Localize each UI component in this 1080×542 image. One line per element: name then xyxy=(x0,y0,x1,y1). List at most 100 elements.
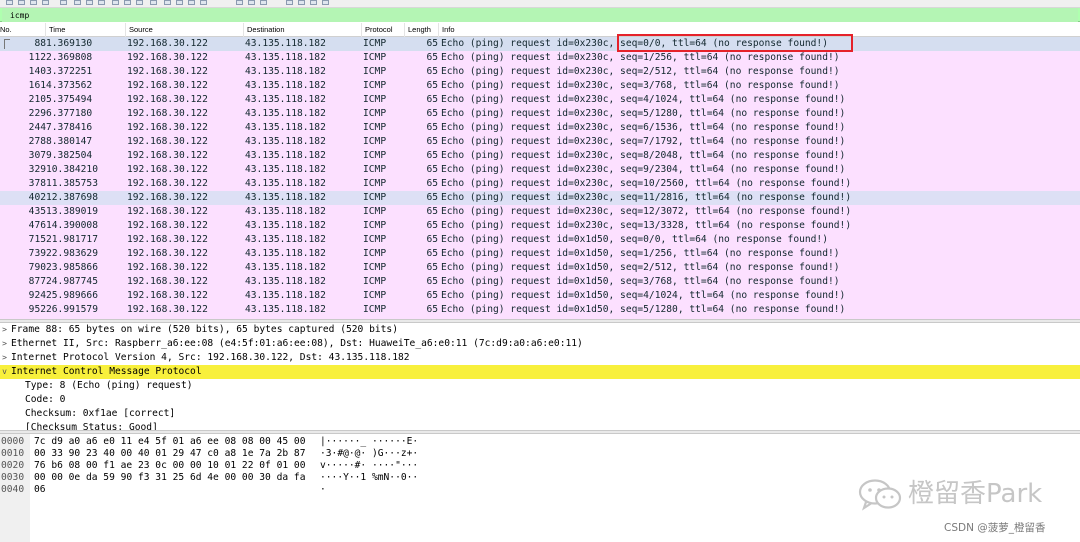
packet-time: 8.380147 xyxy=(46,136,93,147)
toolbar-zoom-in-icon[interactable] xyxy=(164,0,171,5)
bytes-hex: 06 xyxy=(34,484,46,495)
column-header-no[interactable]: No. xyxy=(0,23,46,37)
packet-list[interactable]: 88 1.369130 192.168.30.122 43.135.118.182 IC… xyxy=(0,37,1080,319)
packet-destination: 43.135.118.182 xyxy=(245,164,326,175)
toolbar-close-icon[interactable] xyxy=(30,0,37,5)
packet-destination: 43.135.118.182 xyxy=(245,122,326,133)
packet-length: 65 xyxy=(426,206,438,217)
packet-row[interactable]: 402 12.387698 192.168.30.122 43.135.118.182… xyxy=(0,191,1080,205)
toolbar-first-icon[interactable] xyxy=(112,0,119,5)
packet-length: 65 xyxy=(426,66,438,77)
column-header-length[interactable]: Length xyxy=(405,23,439,37)
detail-tree-item[interactable]: v Internet Control Message Protocol xyxy=(0,365,1080,379)
packet-time: 22.983629 xyxy=(46,248,98,259)
detail-tree-item[interactable]: [Checksum Status: Good] xyxy=(0,421,1080,430)
column-header-time[interactable]: Time xyxy=(46,23,126,37)
packet-row[interactable]: 739 22.983629 192.168.30.122 43.135.118.182… xyxy=(0,247,1080,261)
packet-length: 65 xyxy=(426,38,438,49)
packet-time: 12.387698 xyxy=(46,192,98,203)
packet-no: 210 xyxy=(28,94,46,105)
toolbar-stop-icon[interactable] xyxy=(248,0,255,5)
detail-tree-item[interactable]: > Frame 88: 65 bytes on wire (520 bits), … xyxy=(0,323,1080,337)
detail-tree-item[interactable]: Code: 0 xyxy=(0,393,1080,407)
packet-destination: 43.135.118.182 xyxy=(245,192,326,203)
column-header-source[interactable]: Source xyxy=(126,23,244,37)
packet-row[interactable]: 877 24.987745 192.168.30.122 43.135.118.182… xyxy=(0,275,1080,289)
collapsed-arrow-icon[interactable]: > xyxy=(0,323,9,337)
packet-no: 435 xyxy=(28,206,46,217)
toolbar-capture-icon[interactable] xyxy=(236,0,243,5)
packet-source: 192.168.30.122 xyxy=(127,108,208,119)
packet-row[interactable]: 112 2.369808 192.168.30.122 43.135.118.182 I… xyxy=(0,51,1080,65)
packet-source: 192.168.30.122 xyxy=(127,136,208,147)
toolbar-options-icon[interactable] xyxy=(286,0,293,5)
packet-destination: 43.135.118.182 xyxy=(245,80,326,91)
packet-row[interactable]: 790 23.985866 192.168.30.122 43.135.118.182… xyxy=(0,261,1080,275)
column-header-info[interactable]: Info xyxy=(439,23,1080,37)
packet-destination: 43.135.118.182 xyxy=(245,220,326,231)
expanded-arrow-icon[interactable]: v xyxy=(0,365,9,379)
toolbar-save-icon[interactable] xyxy=(18,0,25,5)
packet-no: 229 xyxy=(28,108,46,119)
packet-source: 192.168.30.122 xyxy=(127,38,208,49)
packet-destination: 43.135.118.182 xyxy=(245,94,326,105)
toolbar-forward-icon[interactable] xyxy=(86,0,93,5)
toolbar-reload-icon[interactable] xyxy=(42,0,49,5)
detail-tree-item[interactable]: > Ethernet II, Src: Raspberr_a6:ee:08 (e4… xyxy=(0,337,1080,351)
toolbar-goto-packet-icon[interactable] xyxy=(322,0,329,5)
packet-length: 65 xyxy=(426,262,438,273)
packet-row[interactable]: 378 11.385753 192.168.30.122 43.135.118.182… xyxy=(0,177,1080,191)
packet-row[interactable]: 161 4.373562 192.168.30.122 43.135.118.182 I… xyxy=(0,79,1080,93)
packet-info: Echo (ping) request id=0x230c, seq=9/230… xyxy=(441,164,846,175)
packet-info: Echo (ping) request id=0x230c, seq=7/179… xyxy=(441,136,846,147)
packet-protocol: ICMP xyxy=(363,290,387,301)
toolbar-goto-icon[interactable] xyxy=(98,0,105,5)
packet-row[interactable]: 329 10.384210 192.168.30.122 43.135.118.182… xyxy=(0,163,1080,177)
packet-length: 65 xyxy=(426,192,438,203)
packet-row[interactable]: 229 6.377180 192.168.30.122 43.135.118.182 I… xyxy=(0,107,1080,121)
packet-destination: 43.135.118.182 xyxy=(245,234,326,245)
packet-row[interactable]: 244 7.378416 192.168.30.122 43.135.118.182 I… xyxy=(0,121,1080,135)
packet-row[interactable]: 278 8.380147 192.168.30.122 43.135.118.182 I… xyxy=(0,135,1080,149)
packet-source: 192.168.30.122 xyxy=(127,122,208,133)
toolbar-autoscroll-icon[interactable] xyxy=(136,0,143,5)
toolbar-zoom-reset-icon[interactable] xyxy=(188,0,195,5)
toolbar-open-icon[interactable] xyxy=(6,0,13,5)
packet-row[interactable]: 435 13.389019 192.168.30.122 43.135.118.182… xyxy=(0,205,1080,219)
packet-row[interactable]: 715 21.981717 192.168.30.122 43.135.118.182… xyxy=(0,233,1080,247)
packet-row[interactable]: 924 25.989666 192.168.30.122 43.135.118.182… xyxy=(0,289,1080,303)
toolbar-zoom-out-icon[interactable] xyxy=(176,0,183,5)
toolbar-find-icon[interactable] xyxy=(60,0,67,5)
toolbar-resize-columns-icon[interactable] xyxy=(200,0,207,5)
column-header-protocol[interactable]: Protocol xyxy=(362,23,405,37)
detail-tree-label: [Checksum Status: Good] xyxy=(25,422,158,430)
packet-info: Echo (ping) request id=0x1d50, seq=0/0, … xyxy=(441,234,828,245)
packet-row[interactable]: 88 1.369130 192.168.30.122 43.135.118.182 IC… xyxy=(0,37,1080,51)
packet-details-pane[interactable]: > Frame 88: 65 bytes on wire (520 bits), … xyxy=(0,323,1080,430)
column-header-destination[interactable]: Destination xyxy=(244,23,362,37)
packet-row[interactable]: 307 9.382504 192.168.30.122 43.135.118.182 I… xyxy=(0,149,1080,163)
packet-row[interactable]: 476 14.390008 192.168.30.122 43.135.118.182… xyxy=(0,219,1080,233)
packet-source: 192.168.30.122 xyxy=(127,178,208,189)
watermark-text: 橙留香Park xyxy=(908,479,1043,509)
packet-row[interactable]: 140 3.372251 192.168.30.122 43.135.118.182 I… xyxy=(0,65,1080,79)
detail-tree-item[interactable]: Checksum: 0xf1ae [correct] xyxy=(0,407,1080,421)
detail-tree-item[interactable]: Type: 8 (Echo (ping) request) xyxy=(0,379,1080,393)
display-filter-input[interactable] xyxy=(2,8,1078,22)
toolbar-prev-packet-icon[interactable] xyxy=(298,0,305,5)
toolbar-next-packet-icon[interactable] xyxy=(310,0,317,5)
detail-tree-label: Ethernet II, Src: Raspberr_a6:ee:08 (e4:… xyxy=(11,338,583,349)
toolbar-back-icon[interactable] xyxy=(74,0,81,5)
packet-no: 402 xyxy=(28,192,46,203)
collapsed-arrow-icon[interactable]: > xyxy=(0,351,9,365)
packet-no: 278 xyxy=(28,136,46,147)
packet-row[interactable]: 210 5.375494 192.168.30.122 43.135.118.182 I… xyxy=(0,93,1080,107)
packet-source: 192.168.30.122 xyxy=(127,290,208,301)
packet-row[interactable]: 952 26.991579 192.168.30.122 43.135.118.182… xyxy=(0,303,1080,317)
detail-tree-item[interactable]: > Internet Protocol Version 4, Src: 192.1… xyxy=(0,351,1080,365)
collapsed-arrow-icon[interactable]: > xyxy=(0,337,9,351)
toolbar-restart-icon[interactable] xyxy=(260,0,267,5)
toolbar-colorize-icon[interactable] xyxy=(150,0,157,5)
packet-protocol: ICMP xyxy=(363,248,387,259)
toolbar-last-icon[interactable] xyxy=(124,0,131,5)
